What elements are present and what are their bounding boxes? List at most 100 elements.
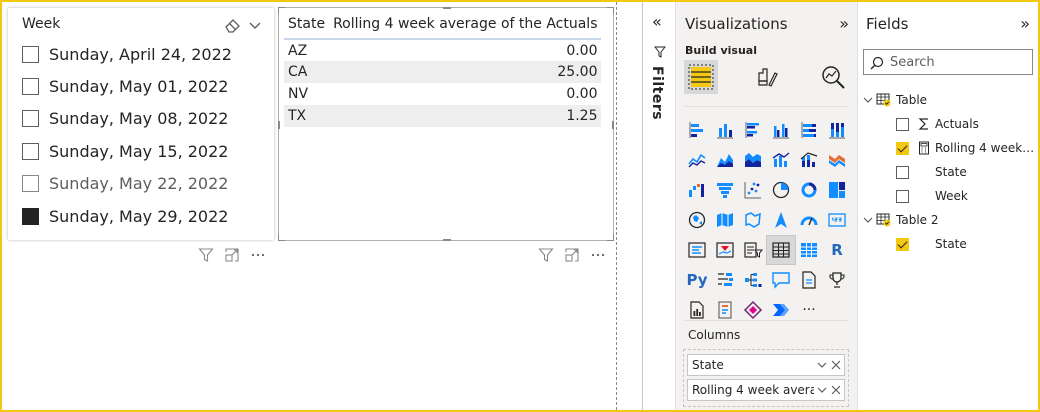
paginated-report-icon[interactable] <box>795 266 823 294</box>
focus-mode-icon[interactable] <box>564 247 580 263</box>
r-visual-icon[interactable]: R <box>823 236 851 264</box>
slicer-item[interactable]: Sunday, May 22, 2022 <box>22 168 266 200</box>
scatter-chart-icon[interactable] <box>739 176 767 204</box>
tab-format-visual[interactable] <box>750 60 784 94</box>
field-item[interactable]: Week <box>862 184 1036 208</box>
table-visual-icon[interactable] <box>766 235 796 265</box>
resize-handle[interactable] <box>611 121 615 129</box>
tab-analytics[interactable] <box>816 60 850 94</box>
tab-build-visual[interactable] <box>684 60 718 94</box>
visual-types-grid: R Py ··· <box>683 116 851 326</box>
filter-icon[interactable] <box>198 247 214 263</box>
key-influencers-icon[interactable] <box>711 266 739 294</box>
week-slicer[interactable]: Week Sunday, April 24, 2022 Sunday, May … <box>8 8 274 240</box>
field-checkbox-checked[interactable] <box>896 237 909 251</box>
resize-handle[interactable] <box>607 7 614 14</box>
pie-chart-icon[interactable] <box>767 176 795 204</box>
more-options-icon[interactable] <box>590 247 606 263</box>
slicer-checkbox[interactable] <box>22 78 39 96</box>
100-stacked-column-chart-icon[interactable] <box>823 116 851 144</box>
stacked-column-chart-icon[interactable] <box>711 116 739 144</box>
resize-handle[interactable] <box>278 234 285 241</box>
line-clustered-column-chart-icon[interactable] <box>767 146 795 174</box>
resize-handle[interactable] <box>443 6 451 10</box>
slicer-icon[interactable] <box>739 236 767 264</box>
line-stacked-column-chart-icon[interactable] <box>795 146 823 174</box>
field-checkbox-checked[interactable] <box>896 141 909 155</box>
column-field-chip[interactable]: State <box>687 354 845 376</box>
focus-mode-icon[interactable] <box>224 247 240 263</box>
decomposition-tree-icon[interactable] <box>739 266 767 294</box>
funnel-chart-icon[interactable] <box>711 176 739 204</box>
field-search[interactable] <box>863 49 1033 75</box>
field-checkbox[interactable] <box>896 189 909 203</box>
chevron-down-icon[interactable] <box>817 385 827 395</box>
shape-map-icon[interactable] <box>739 206 767 234</box>
resize-handle[interactable] <box>277 121 281 129</box>
gauge-icon[interactable] <box>795 206 823 234</box>
slicer-checkbox-checked[interactable] <box>22 207 39 225</box>
stacked-area-chart-icon[interactable] <box>739 146 767 174</box>
slicer-item-selected[interactable]: Sunday, May 29, 2022 <box>22 200 266 232</box>
table-node[interactable]: Table 2 <box>862 208 1036 232</box>
table-visual[interactable]: State Rolling 4 week average of the Actu… <box>278 7 614 241</box>
clustered-bar-chart-icon[interactable] <box>739 116 767 144</box>
slicer-checkbox[interactable] <box>22 110 39 128</box>
collapse-fields-button[interactable]: » <box>1020 14 1030 33</box>
field-checkbox[interactable] <box>896 165 909 179</box>
clustered-column-chart-icon[interactable] <box>767 116 795 144</box>
filled-map-icon[interactable] <box>711 206 739 234</box>
eraser-icon[interactable] <box>224 17 242 33</box>
multi-row-card-icon[interactable] <box>683 236 711 264</box>
100-stacked-bar-chart-icon[interactable] <box>795 116 823 144</box>
slicer-checkbox[interactable] <box>22 142 39 160</box>
slicer-item[interactable]: Sunday, April 24, 2022 <box>22 38 266 70</box>
filter-icon[interactable] <box>538 247 554 263</box>
donut-chart-icon[interactable] <box>795 176 823 204</box>
column-field-chip[interactable]: Rolling 4 week averag... <box>687 379 845 401</box>
kpi-icon[interactable] <box>711 236 739 264</box>
column-header-state[interactable]: State <box>284 12 330 40</box>
resize-handle[interactable] <box>607 234 614 241</box>
slicer-checkbox[interactable] <box>22 45 39 63</box>
more-options-icon[interactable] <box>250 247 266 263</box>
azure-map-icon[interactable] <box>767 206 795 234</box>
slicer-item[interactable]: Sunday, May 08, 2022 <box>22 103 266 135</box>
chevron-down-icon[interactable] <box>862 94 874 106</box>
field-checkbox[interactable] <box>896 117 909 131</box>
resize-handle[interactable] <box>443 238 451 242</box>
python-visual-icon[interactable]: Py <box>683 266 711 294</box>
treemap-icon[interactable] <box>823 176 851 204</box>
slicer-item-label: Sunday, May 01, 2022 <box>49 77 229 97</box>
table-node[interactable]: Table <box>862 88 1036 112</box>
columns-well[interactable]: State Rolling 4 week averag... <box>683 349 849 407</box>
column-header-rolling-average[interactable]: Rolling 4 week average of the Actuals <box>329 12 602 40</box>
page-boundary <box>616 2 617 410</box>
chevron-down-icon[interactable] <box>248 18 262 32</box>
map-icon[interactable] <box>683 206 711 234</box>
line-chart-icon[interactable] <box>683 146 711 174</box>
waterfall-chart-icon[interactable] <box>683 176 711 204</box>
chevron-down-icon[interactable] <box>817 360 827 370</box>
qa-visual-icon[interactable] <box>767 266 795 294</box>
stacked-bar-chart-icon[interactable] <box>683 116 711 144</box>
search-input[interactable] <box>890 53 1028 71</box>
area-chart-icon[interactable] <box>711 146 739 174</box>
chevron-down-icon[interactable] <box>862 214 874 226</box>
matrix-icon[interactable] <box>795 236 823 264</box>
close-icon[interactable] <box>831 385 841 395</box>
slicer-item[interactable]: Sunday, May 15, 2022 <box>22 135 266 167</box>
field-item[interactable]: State <box>862 232 1036 256</box>
close-icon[interactable] <box>831 360 841 370</box>
card-icon[interactable] <box>823 206 851 234</box>
collapse-visualizations-button[interactable]: » <box>839 14 849 33</box>
field-item[interactable]: State <box>862 160 1036 184</box>
filters-pane[interactable]: « Filters <box>642 2 676 410</box>
slicer-item[interactable]: Sunday, May 01, 2022 <box>22 70 266 102</box>
expand-filters-button[interactable]: « <box>652 12 662 31</box>
field-item[interactable]: Rolling 4 week a... <box>862 136 1036 160</box>
goals-trophy-icon[interactable] <box>823 266 851 294</box>
field-item[interactable]: Actuals <box>862 112 1036 136</box>
slicer-checkbox[interactable] <box>22 175 39 193</box>
ribbon-chart-icon[interactable] <box>823 146 851 174</box>
